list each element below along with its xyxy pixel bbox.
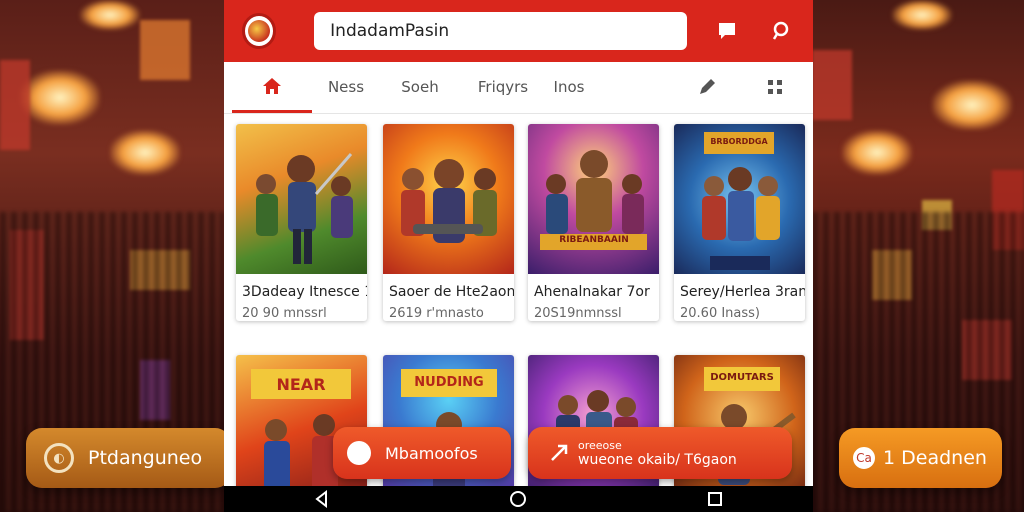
tab-news[interactable]: Ness (316, 61, 376, 113)
stadium-light (932, 80, 1012, 130)
tab-friends[interactable]: Friqyrs (468, 61, 538, 113)
secondary-action-label: wueone okaib/ T6gaon (578, 452, 737, 468)
game-title: Ahenalnakar 7or (534, 284, 650, 300)
system-nav-bar (224, 486, 813, 512)
primary-action-label: Mbamoofos (385, 443, 478, 463)
back-icon[interactable] (313, 490, 331, 508)
location-icon (772, 21, 789, 40)
game-card[interactable]: Saoer de Hte2aon 2619 r'mnasto (383, 124, 514, 321)
search-input-value: IndadamPasin (330, 21, 450, 41)
stadium-light (20, 70, 100, 125)
recents-icon[interactable] (706, 490, 724, 508)
secondary-action-button[interactable]: oreeose wueone okaib/ T6gaon (528, 427, 792, 479)
apps-button[interactable] (762, 74, 788, 100)
record-icon (347, 441, 371, 465)
stadium-light (892, 0, 952, 30)
chat-button[interactable] (713, 16, 741, 46)
side-promo-button-left[interactable]: ◐ Ptdanguneo (26, 428, 231, 488)
tab-search[interactable]: Soeh (390, 61, 450, 113)
game-subtitle: 2619 r'mnasto (389, 306, 484, 321)
tab-info[interactable]: Inos (544, 61, 594, 113)
stadium-light (80, 0, 140, 30)
stadium-light (110, 130, 180, 175)
side-promo-button-right[interactable]: Ca 1 Deadnen (839, 428, 1002, 488)
apps-grid-icon (768, 80, 782, 94)
game-card[interactable]: RIBEANBAAIN Ahenalnakar 7or 20S19nmnssl (528, 124, 659, 321)
game-art-logo: BRBORDDGA (710, 137, 768, 146)
circle-icon: ◐ (44, 443, 74, 473)
tab-label: Soeh (401, 78, 439, 96)
game-art: BRBORDDGA (674, 124, 805, 274)
game-subtitle: 20.60 Inass) (680, 306, 761, 321)
pencil-icon (700, 79, 715, 94)
game-title: 3Dadeay Itnesce 15 (242, 284, 367, 300)
tab-label: Inos (553, 78, 585, 96)
game-art-logo: RIBEANBAAIN (559, 235, 629, 245)
arrow-icon (551, 444, 568, 461)
game-card[interactable]: 3Dadeay Itnesce 15 20 90 mnssrl (236, 124, 367, 321)
tab-label: Friqyrs (477, 78, 529, 96)
secondary-action-small: oreeose (578, 439, 622, 452)
game-art-logo: NUDDING (414, 375, 484, 390)
game-subtitle: 20 90 mnssrl (242, 306, 327, 321)
home-nav-icon[interactable] (509, 490, 527, 508)
game-card[interactable]: BRBORDDGA Serey/Herlea 3ran 20.60 Inass) (674, 124, 805, 321)
side-promo-label-right: 1 Deadnen (883, 447, 987, 469)
coin-icon: Ca (853, 447, 875, 469)
location-button[interactable] (767, 16, 795, 46)
primary-action-button[interactable]: Mbamoofos (333, 427, 511, 479)
banner-flag (812, 50, 852, 120)
app-header: IndadamPasin (224, 0, 813, 62)
game-subtitle: 20S19nmnssl (534, 306, 622, 321)
game-title: Serey/Herlea 3ran (680, 284, 805, 300)
tab-label: Ness (327, 78, 365, 96)
search-input[interactable]: IndadamPasin (314, 12, 687, 50)
game-art-logo: DOMUTARS (710, 372, 774, 383)
banner-flag (0, 60, 30, 150)
stadium-light (842, 130, 912, 175)
app-logo[interactable] (242, 13, 277, 49)
side-promo-label-left: Ptdanguneo (88, 447, 203, 469)
tab-bar: Ness Soeh Friqyrs Inos (224, 62, 813, 114)
game-art (383, 124, 514, 274)
game-art: RIBEANBAAIN (528, 124, 659, 274)
game-art (236, 124, 367, 274)
phone-screen: IndadamPasin Ness Soeh Friqyrs Inos 3Dad… (224, 0, 813, 512)
home-icon (263, 77, 281, 94)
game-title: Saoer de Hte2aon (389, 284, 514, 300)
tab-home[interactable] (232, 61, 312, 113)
chat-icon (718, 23, 735, 39)
banner-flag (140, 20, 190, 80)
edit-button[interactable] (694, 74, 720, 100)
game-art-logo: NEAR (276, 375, 326, 394)
